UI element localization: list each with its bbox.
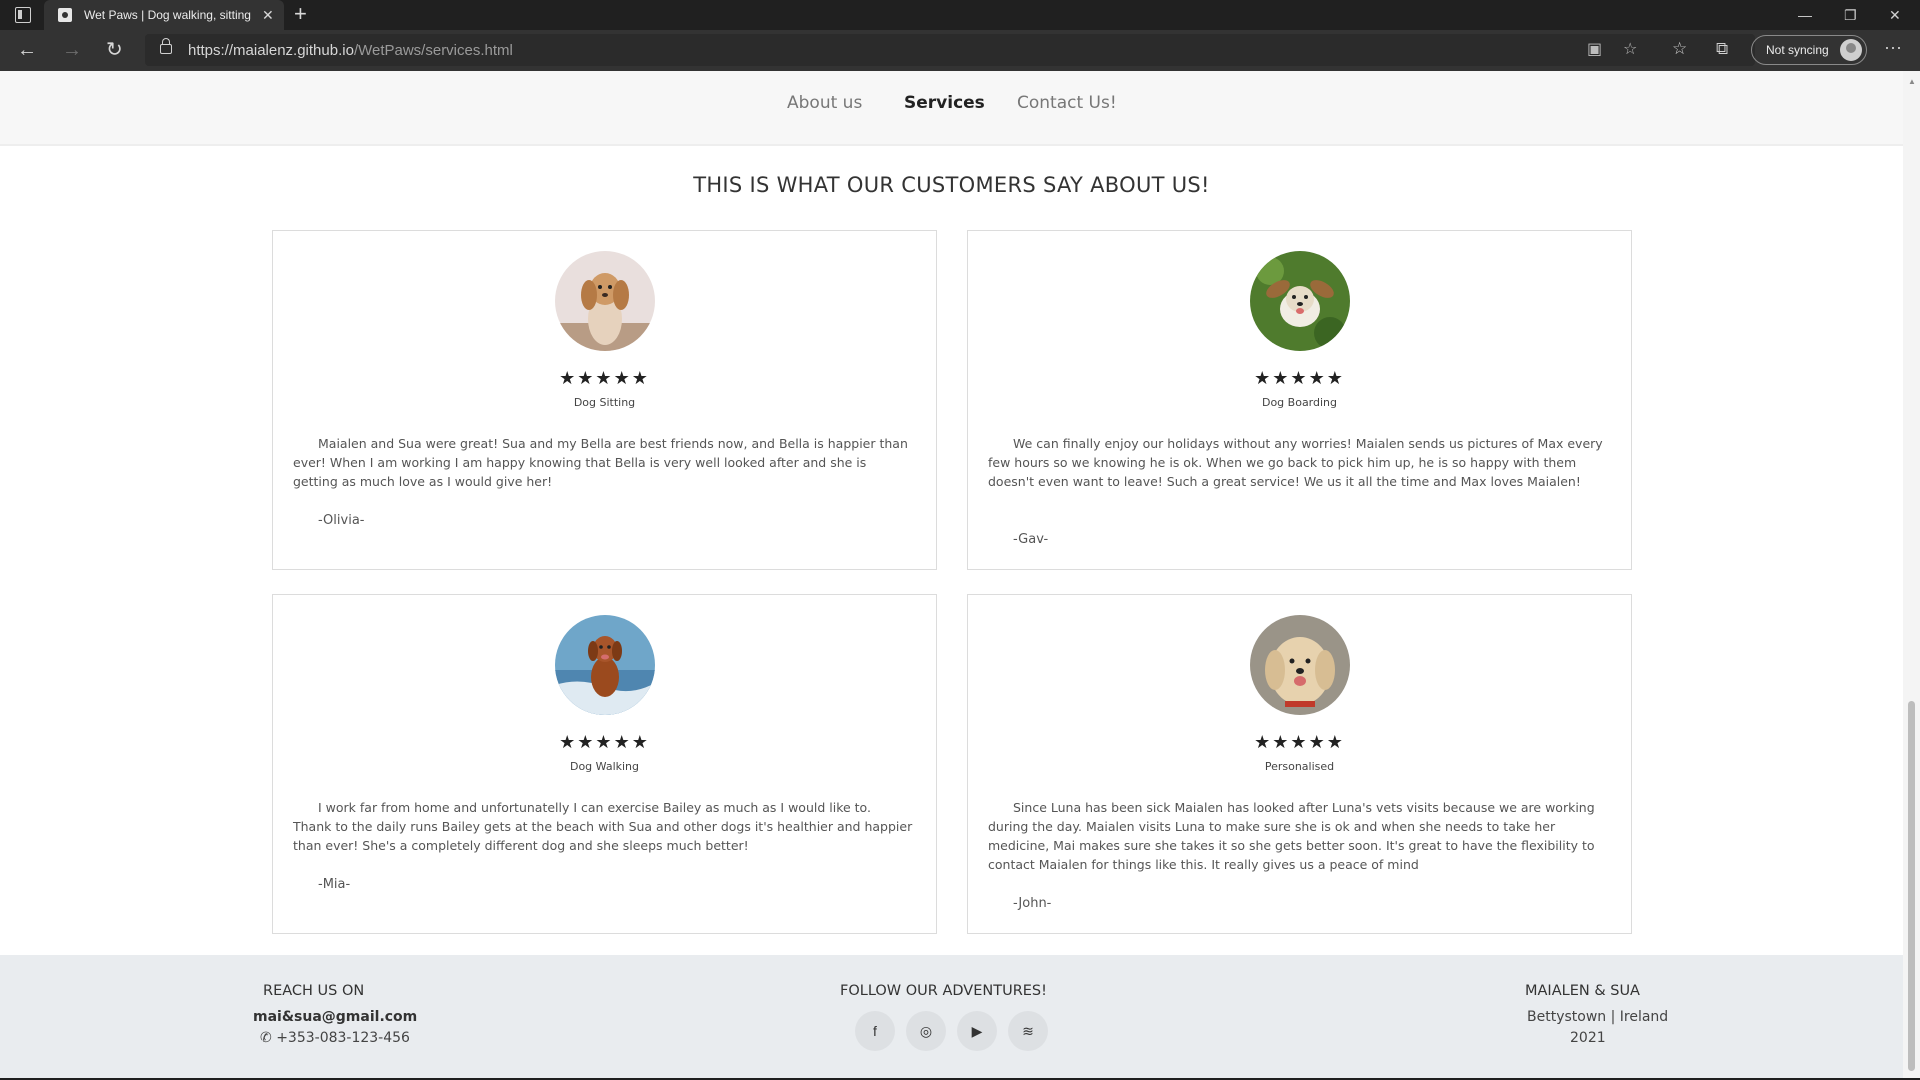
service-label: Personalised xyxy=(1264,760,1335,773)
site-footer: REACH US ON mai&sua@gmail.com ✆ +353-083… xyxy=(0,955,1903,1080)
site-navbar: About us Services Contact Us! xyxy=(0,71,1903,146)
footer-brand-heading: MAIALEN & SUA xyxy=(1525,983,1640,999)
profile-sync-button[interactable]: Not syncing xyxy=(1751,35,1867,65)
footer-location: Bettystown | Ireland xyxy=(1527,1009,1669,1025)
review-text: Maialen and Sua were great! Sua and my B… xyxy=(293,436,908,489)
review-text: We can finally enjoy our holidays withou… xyxy=(988,436,1603,489)
new-tab-icon[interactable]: + xyxy=(294,3,307,25)
review-author: -John- xyxy=(1013,896,1052,911)
facebook-icon[interactable]: f xyxy=(855,1011,895,1051)
page-scrollbar[interactable]: ▲ xyxy=(1903,71,1920,1080)
add-favorite-icon[interactable]: ☆ xyxy=(1623,41,1637,59)
close-window-icon[interactable]: ✕ xyxy=(1889,5,1901,25)
dog-photo xyxy=(555,615,655,715)
nav-link-services[interactable]: Services xyxy=(904,93,985,113)
restore-icon[interactable]: ❐ xyxy=(1844,5,1857,25)
scroll-thumb[interactable] xyxy=(1908,701,1915,1071)
footer-reach-heading: REACH US ON xyxy=(263,983,365,999)
footer-email[interactable]: mai&sua@gmail.com xyxy=(253,1009,417,1025)
more-menu-icon[interactable]: ··· xyxy=(1884,37,1902,58)
service-label: Dog Boarding xyxy=(1261,396,1338,409)
browser-tab-bar: Wet Paws | Dog walking, sitting a ✕ + — … xyxy=(0,0,1920,30)
url-host: https://maialenz.github.io xyxy=(188,42,354,59)
youtube-icon[interactable]: ▶ xyxy=(957,1011,997,1051)
star-rating: ★★★★★ xyxy=(1254,732,1345,752)
section-title: THIS IS WHAT OUR CUSTOMERS SAY ABOUT US! xyxy=(693,173,1210,197)
close-tab-icon[interactable]: ✕ xyxy=(262,6,274,24)
instagram-icon[interactable]: ◎ xyxy=(906,1011,946,1051)
url-text[interactable]: https://maialenz.github.io/WetPaws/servi… xyxy=(188,42,513,59)
favorites-icon[interactable]: ☆ xyxy=(1672,39,1687,59)
service-label: Dog Walking xyxy=(569,760,640,773)
dog-photo xyxy=(1250,251,1350,351)
forward-icon[interactable]: → xyxy=(62,39,82,61)
lock-icon[interactable] xyxy=(160,38,172,54)
refresh-icon[interactable]: ↻ xyxy=(106,39,123,61)
footer-phone-number: +353-083-123-456 xyxy=(276,1030,410,1046)
browser-tab-active[interactable]: Wet Paws | Dog walking, sitting a ✕ xyxy=(44,0,284,30)
dog-photo xyxy=(1250,615,1350,715)
tab-title: Wet Paws | Dog walking, sitting a xyxy=(84,8,254,22)
nav-link-about[interactable]: About us xyxy=(787,93,862,113)
review-card: ★★★★★ Dog Walking I work far from home a… xyxy=(272,594,937,934)
browser-toolbar: ← → ↻ https://maialenz.github.io/WetPaws… xyxy=(0,30,1920,71)
sync-label: Not syncing xyxy=(1766,43,1829,57)
review-card: ★★★★★ Dog Boarding We can finally enjoy … xyxy=(967,230,1632,570)
star-rating: ★★★★★ xyxy=(559,368,650,388)
review-author: -Olivia- xyxy=(318,513,365,528)
service-label: Dog Sitting xyxy=(573,396,636,409)
url-path: /WetPaws/services.html xyxy=(353,42,513,59)
review-author: -Mia- xyxy=(318,877,351,892)
minimize-icon[interactable]: — xyxy=(1798,5,1812,25)
immersive-reader-icon[interactable]: ▣ xyxy=(1587,41,1602,59)
paw-favicon-icon xyxy=(58,8,72,22)
review-author: -Gav- xyxy=(1013,532,1049,547)
nav-link-contact[interactable]: Contact Us! xyxy=(1017,93,1117,113)
star-rating: ★★★★★ xyxy=(559,732,650,752)
review-card: ★★★★★ Dog Sitting Maialen and Sua were g… xyxy=(272,230,937,570)
footer-year: 2021 xyxy=(1570,1030,1606,1046)
spotify-icon[interactable]: ≋ xyxy=(1008,1011,1048,1051)
dog-photo xyxy=(555,251,655,351)
footer-phone[interactable]: ✆ +353-083-123-456 xyxy=(260,1030,410,1046)
review-text: I work far from home and unfortunatelly … xyxy=(293,800,913,853)
page-viewport: About us Services Contact Us! THIS IS WH… xyxy=(0,71,1903,1080)
collections-icon[interactable]: ⧉ xyxy=(1716,39,1728,59)
whatsapp-icon: ✆ xyxy=(260,1030,277,1046)
star-rating: ★★★★★ xyxy=(1254,368,1345,388)
avatar xyxy=(1840,39,1862,61)
footer-follow-heading: FOLLOW OUR ADVENTURES! xyxy=(840,983,1047,999)
tab-actions-icon[interactable] xyxy=(15,7,31,23)
review-card: ★★★★★ Personalised Since Luna has been s… xyxy=(967,594,1632,934)
scroll-up-icon[interactable]: ▲ xyxy=(1908,77,1916,86)
review-text: Since Luna has been sick Maialen has loo… xyxy=(988,800,1595,872)
back-icon[interactable]: ← xyxy=(17,39,37,61)
address-bar[interactable]: https://maialenz.github.io/WetPaws/servi… xyxy=(145,34,1755,66)
